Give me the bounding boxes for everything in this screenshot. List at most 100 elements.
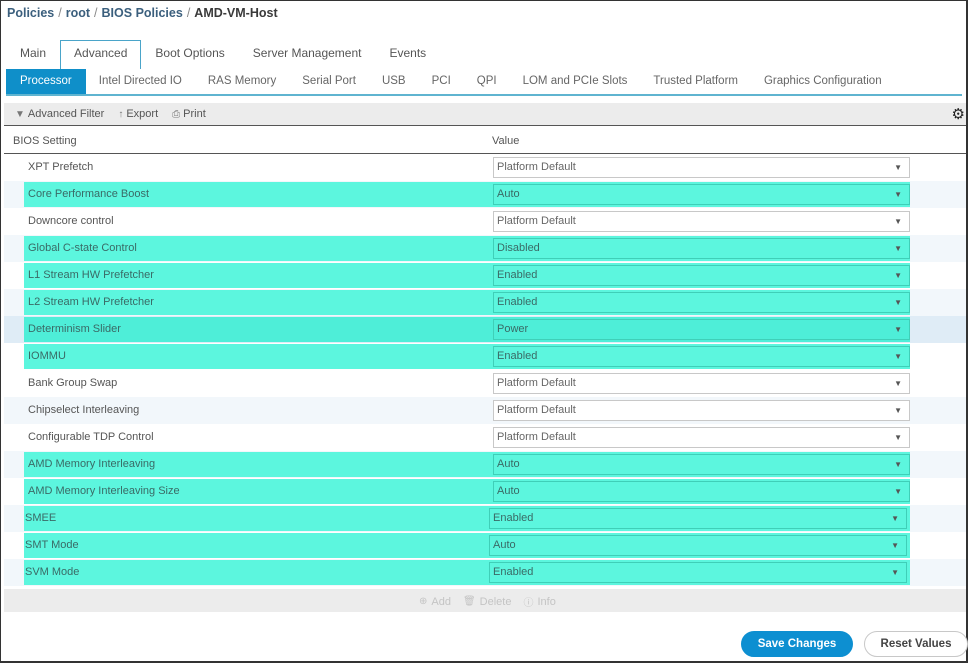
breadcrumb-current: AMD-VM-Host (194, 6, 278, 20)
chevron-down-icon: ▼ (894, 379, 902, 388)
value-dropdown[interactable]: Disabled ▼ (493, 238, 910, 259)
setting-label: Bank Group Swap (28, 377, 118, 389)
value-dropdown[interactable]: Power ▼ (493, 319, 910, 340)
dropdown-value: Platform Default (497, 431, 576, 443)
gear-icon[interactable]: ⚙ (952, 105, 965, 123)
value-dropdown[interactable]: Auto ▼ (493, 184, 910, 205)
subtab-serial-port[interactable]: Serial Port (289, 69, 369, 94)
value-dropdown[interactable]: Platform Default ▼ (493, 427, 910, 448)
value-dropdown[interactable]: Enabled ▼ (493, 265, 910, 286)
tab-server-management[interactable]: Server Management (239, 40, 376, 68)
dropdown-value: Disabled (497, 242, 540, 254)
value-dropdown[interactable]: Enabled ▼ (493, 292, 910, 313)
breadcrumb-separator: / (58, 6, 62, 20)
setting-label: IOMMU (28, 350, 66, 362)
breadcrumb-separator: / (186, 6, 191, 20)
chevron-down-icon: ▼ (894, 325, 902, 334)
tab-advanced[interactable]: Advanced (60, 40, 142, 69)
sub-tabs: Processor Intel Directed IO RAS Memory S… (6, 69, 962, 96)
table-row: Global C-state Control Disabled ▼ (4, 235, 966, 262)
chevron-down-icon: ▼ (891, 568, 899, 577)
subtab-pci[interactable]: PCI (419, 69, 464, 94)
reset-values-button[interactable]: Reset Values (864, 631, 968, 657)
top-tabs: Main Advanced Boot Options Server Manage… (6, 40, 441, 69)
setting-label: XPT Prefetch (28, 161, 94, 173)
value-dropdown[interactable]: Auto ▼ (493, 454, 910, 475)
setting-label: AMD Memory Interleaving (28, 458, 156, 470)
subtab-qpi[interactable]: QPI (464, 69, 510, 94)
setting-label: SMEE (25, 512, 57, 524)
advanced-filter-label: Advanced Filter (27, 108, 105, 120)
setting-label: Configurable TDP Control (28, 431, 154, 443)
trash-icon: 🗑 (462, 596, 476, 607)
value-dropdown[interactable]: Auto ▼ (489, 535, 907, 556)
chevron-down-icon: ▼ (894, 460, 902, 469)
breadcrumb-policies[interactable]: Policies (7, 6, 54, 20)
print-button[interactable]: ⎙ Print (172, 108, 206, 120)
export-button[interactable]: ↑ Export (118, 108, 158, 120)
subtab-intel-directed-io[interactable]: Intel Directed IO (86, 69, 195, 94)
table-row: Downcore control Platform Default ▼ (4, 208, 966, 235)
value-dropdown[interactable]: Platform Default ▼ (493, 211, 910, 232)
breadcrumb-bios-policies[interactable]: BIOS Policies (102, 6, 183, 20)
subtab-usb[interactable]: USB (369, 69, 419, 94)
bios-settings-table: XPT Prefetch Platform Default ▼ Core Perf… (4, 154, 966, 586)
value-dropdown[interactable]: Enabled ▼ (489, 508, 907, 529)
chevron-down-icon: ▼ (894, 217, 902, 226)
value-dropdown[interactable]: Platform Default ▼ (493, 157, 910, 178)
dropdown-value: Platform Default (497, 404, 576, 416)
tab-main[interactable]: Main (6, 40, 60, 68)
setting-label: Core Performance Boost (28, 188, 150, 200)
tab-events[interactable]: Events (376, 40, 441, 68)
dropdown-value: Enabled (493, 512, 534, 524)
value-dropdown[interactable]: Enabled ▼ (493, 346, 910, 367)
add-label: Add (431, 595, 451, 608)
advanced-filter-button[interactable]: ▼ Advanced Filter (15, 108, 104, 120)
table-row: SMT Mode Auto ▼ (4, 532, 966, 559)
dropdown-value: Power (497, 323, 529, 335)
table-row: Bank Group Swap Platform Default ▼ (4, 370, 966, 397)
value-dropdown[interactable]: Platform Default ▼ (493, 373, 910, 394)
value-dropdown[interactable]: Auto ▼ (493, 481, 910, 502)
add-button[interactable]: ⊕ Add (419, 594, 451, 609)
value-dropdown[interactable]: Enabled ▼ (489, 562, 907, 583)
dropdown-value: Auto (493, 539, 516, 551)
printer-icon: ⎙ (172, 108, 181, 120)
filter-icon: ▼ (15, 108, 25, 120)
subtab-graphics-configuration[interactable]: Graphics Configuration (751, 69, 895, 94)
dropdown-value: Platform Default (497, 215, 576, 227)
breadcrumb-root[interactable]: root (66, 6, 90, 20)
table-row: AMD Memory Interleaving Auto ▼ (4, 451, 966, 478)
subtab-processor[interactable]: Processor (6, 69, 86, 94)
setting-label: SVM Mode (25, 566, 80, 578)
chevron-down-icon: ▼ (894, 244, 902, 253)
column-header-bios-setting[interactable]: BIOS Setting (13, 135, 77, 147)
setting-label: SMT Mode (25, 539, 79, 551)
info-button[interactable]: ⓘ Info (523, 594, 555, 610)
table-row: SVM Mode Enabled ▼ (4, 559, 966, 586)
export-arrow-icon: ↑ (118, 108, 124, 120)
print-label: Print (183, 108, 206, 120)
chevron-down-icon: ▼ (894, 163, 902, 172)
delete-button[interactable]: 🗑 Delete (463, 594, 512, 609)
table-row: Core Performance Boost Auto ▼ (4, 181, 966, 208)
column-header-value[interactable]: Value (492, 135, 519, 147)
subtab-trusted-platform[interactable]: Trusted Platform (640, 69, 751, 94)
chevron-down-icon: ▼ (894, 352, 902, 361)
tab-boot-options[interactable]: Boot Options (141, 40, 238, 68)
dropdown-value: Enabled (497, 296, 538, 308)
dropdown-value: Platform Default (497, 377, 576, 389)
subtab-ras-memory[interactable]: RAS Memory (195, 69, 289, 94)
chevron-down-icon: ▼ (891, 514, 899, 523)
value-dropdown[interactable]: Platform Default ▼ (493, 400, 910, 421)
table-row: L1 Stream HW Prefetcher Enabled ▼ (4, 262, 966, 289)
chevron-down-icon: ▼ (894, 271, 902, 280)
dropdown-value: Auto (497, 458, 520, 470)
subtab-lom-pcie-slots[interactable]: LOM and PCIe Slots (510, 69, 641, 94)
table-row: SMEE Enabled ▼ (4, 505, 966, 532)
table-row: L2 Stream HW Prefetcher Enabled ▼ (4, 289, 966, 316)
table-row: Determinism Slider Power ▼ (4, 316, 966, 343)
save-changes-button[interactable]: Save Changes (741, 631, 853, 657)
chevron-down-icon: ▼ (894, 190, 902, 199)
plus-circle-icon: ⊕ (419, 596, 428, 607)
